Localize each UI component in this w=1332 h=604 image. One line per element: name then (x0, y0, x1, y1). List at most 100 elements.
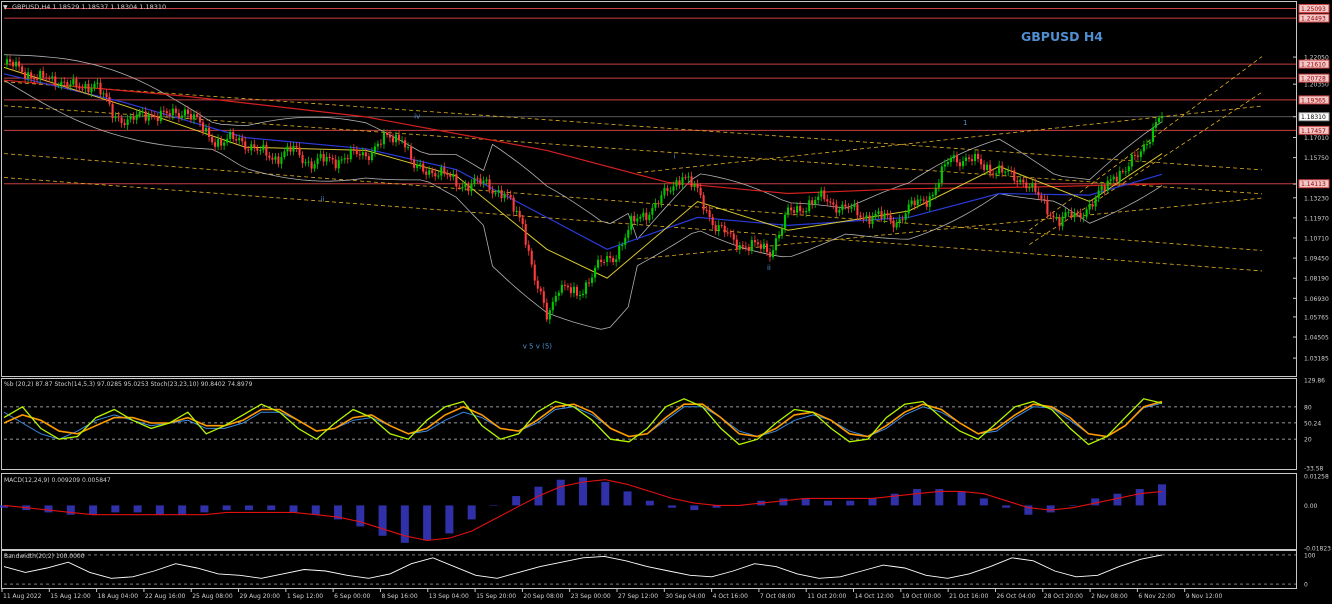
candle-body (277, 156, 280, 164)
candle-body (226, 138, 229, 143)
candle-body (928, 196, 931, 207)
candle-body (111, 103, 114, 119)
price-tick-label: 1.03185 (1304, 356, 1329, 363)
time-tick-label: 22 Aug 16:00 (145, 593, 186, 600)
macd-histogram-bar (111, 505, 120, 513)
candle-body (744, 246, 747, 248)
time-tick-label: 6 Sep 00:00 (334, 593, 370, 600)
candle-body (1160, 116, 1164, 119)
candle-body (847, 206, 850, 209)
candle-body (919, 199, 922, 201)
candle-body (699, 187, 702, 196)
price-level-label: 1.25093 (1301, 6, 1326, 13)
candle-body (1091, 204, 1094, 207)
candle-body (554, 295, 557, 302)
candle-body (774, 238, 778, 251)
candle-body (898, 219, 901, 223)
candle-body (1151, 127, 1155, 142)
candle-body (382, 132, 386, 145)
time-tick-label: 26 Oct 04:00 (996, 593, 1035, 600)
candle-body (684, 177, 687, 179)
macd-histogram-bar (823, 500, 832, 506)
time-tick-label: 4 Oct 16:00 (713, 593, 748, 600)
candle-body (18, 61, 21, 67)
candle-body (274, 156, 277, 160)
current-price-label: 1.18310 (1301, 114, 1326, 121)
candle-body (817, 196, 820, 201)
candle-body (687, 176, 690, 178)
candle-body (762, 243, 765, 249)
candle-body (1082, 216, 1085, 218)
candle-body (60, 81, 63, 86)
candle-body (410, 146, 413, 160)
candle-body (720, 225, 723, 227)
candle-body (27, 72, 30, 79)
candle-body (726, 232, 729, 234)
candle-body (895, 222, 898, 228)
candle-body (841, 204, 844, 211)
candle-body (627, 229, 630, 238)
candle-body (316, 158, 319, 165)
candle-body (530, 250, 533, 265)
price-tick-label: 1.09450 (1304, 256, 1329, 263)
candle-body (431, 170, 434, 174)
candle-body (177, 112, 180, 118)
wave-count-label: 1 (963, 119, 967, 127)
candle-body (527, 244, 530, 251)
candle-body (980, 158, 983, 165)
candle-body (150, 114, 153, 116)
candle-body (11, 61, 15, 67)
candle-body (636, 218, 639, 222)
candle-body (1010, 170, 1013, 172)
candle-body (633, 215, 636, 222)
time-tick-label: 29 Aug 20:00 (240, 593, 281, 600)
candle-body (370, 151, 373, 161)
candle-body (584, 282, 588, 294)
candle-body (388, 134, 392, 138)
candle-body (235, 138, 238, 141)
price-level-label: 1.20728 (1301, 76, 1326, 83)
candle-body (696, 183, 699, 188)
candle-body (57, 85, 60, 87)
candle-body (81, 88, 84, 90)
candle-body (1070, 212, 1073, 218)
candle-body (681, 177, 684, 186)
price-tick-label: 1.20350 (1304, 82, 1329, 89)
macd-histogram-bar (66, 505, 75, 515)
candle-body (404, 140, 407, 148)
candle-body (518, 210, 521, 218)
candle-body (967, 157, 971, 160)
price-chart[interactable]: iviiiii1v 5 v (5) 1.220501.203501.183101… (0, 0, 1332, 604)
candle-body (563, 284, 566, 286)
candle-body (250, 144, 253, 151)
candle-body (859, 215, 862, 218)
macd-histogram-bar (690, 505, 699, 511)
time-tick-label: 15 Sep 20:00 (476, 593, 516, 600)
candle-body (256, 148, 259, 151)
stoch-tick-label: 129.86 (1304, 378, 1325, 385)
macd-histogram-bar (1002, 505, 1011, 508)
candle-body (1058, 217, 1061, 227)
candle-body (606, 256, 609, 263)
candle-body (645, 212, 648, 221)
candle-body (422, 163, 425, 172)
candle-body (449, 174, 452, 177)
wave-count-label: iv (414, 112, 420, 120)
candle-body (340, 159, 343, 161)
wave-count-label: v 5 v (5) (523, 342, 553, 350)
wave-count-label: ii (321, 195, 325, 203)
candle-body (461, 187, 464, 189)
macd-histogram-bar (445, 505, 454, 534)
candle-body (401, 140, 404, 142)
candle-body (1028, 187, 1031, 189)
candle-body (21, 66, 24, 73)
dropdown-arrow-icon[interactable]: ▼ (3, 4, 8, 11)
candle-body (491, 189, 494, 194)
candle-body (1046, 199, 1049, 215)
candle-body (503, 193, 506, 199)
candle-body (1043, 198, 1046, 200)
candle-body (732, 233, 735, 240)
candle-body (108, 96, 111, 104)
candle-body (358, 154, 361, 156)
candle-body (1148, 141, 1151, 145)
